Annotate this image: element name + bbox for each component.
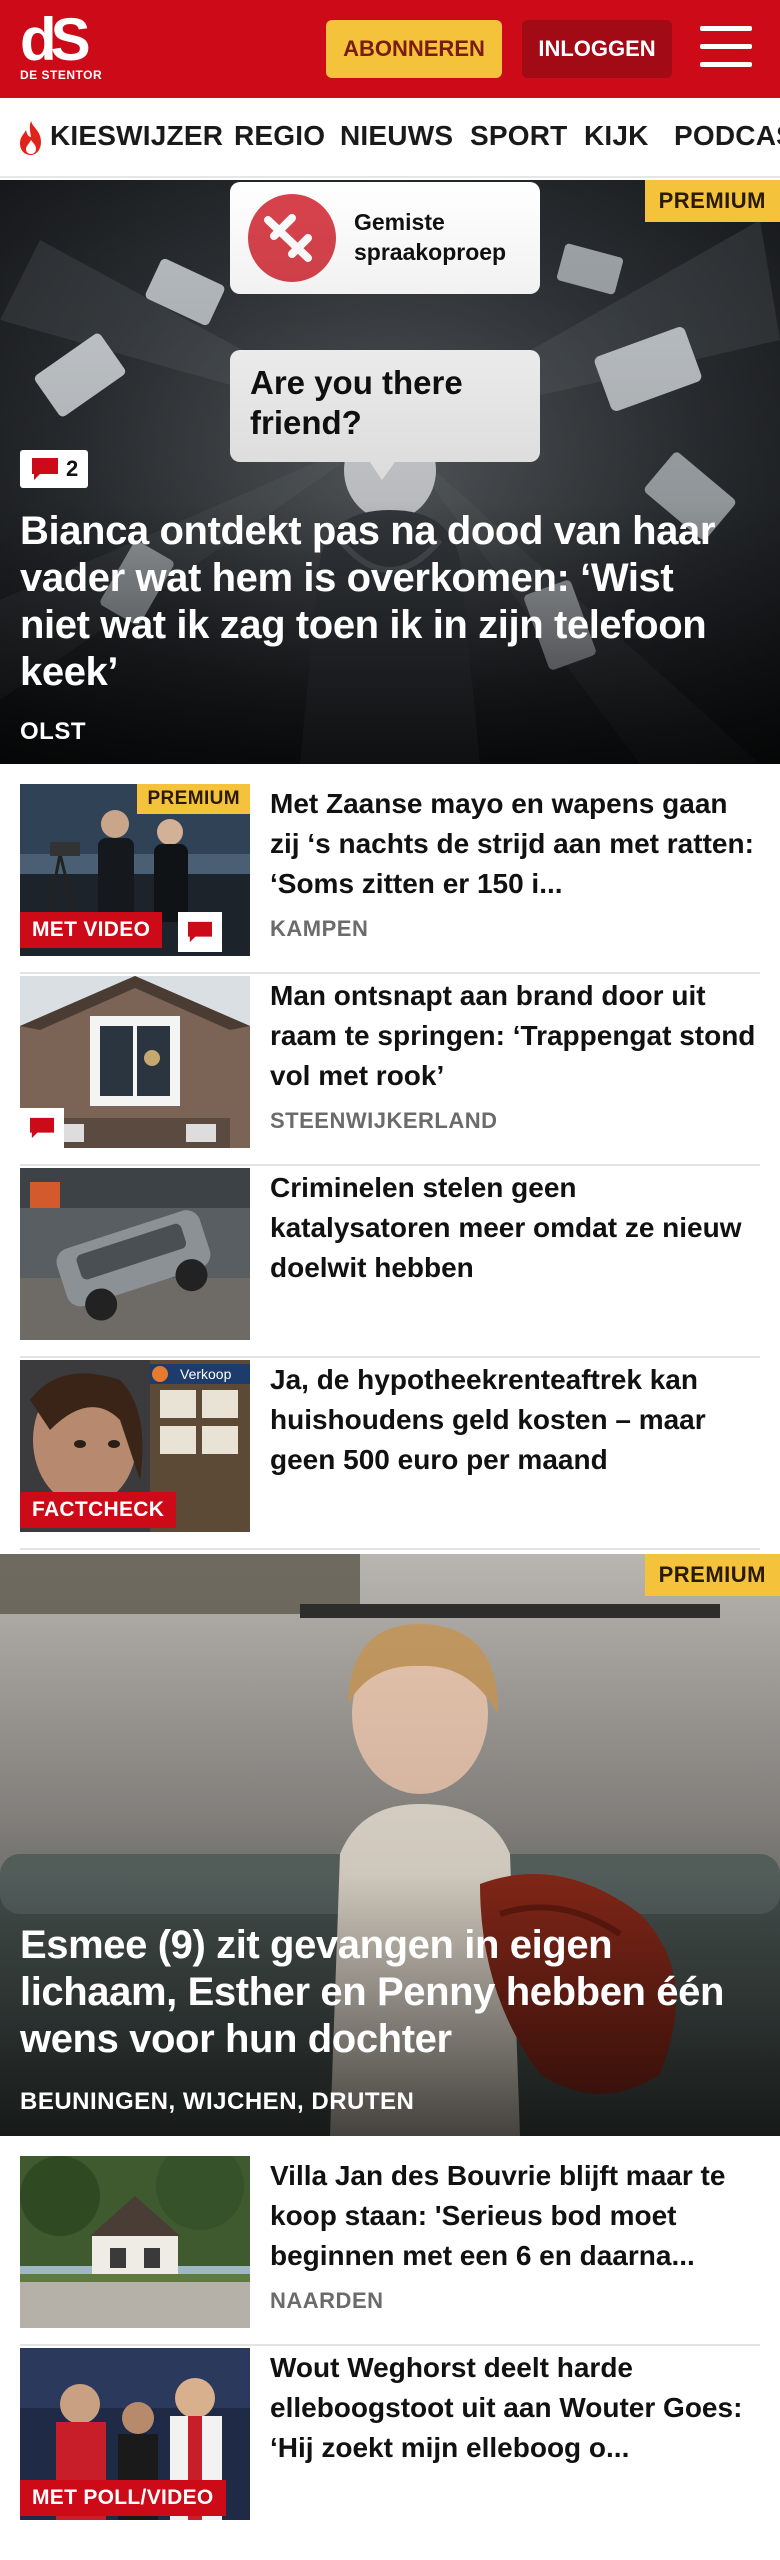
thumb-sign-text: Verkoop	[180, 1366, 232, 1382]
logo-mark: dS	[20, 6, 91, 73]
nav-item-sport[interactable]: SPORT	[470, 120, 567, 152]
logo-subtitle: DE STENTOR	[20, 68, 103, 82]
hero-title[interactable]: Bianca ontdekt pas na dood van haar vade…	[20, 508, 746, 696]
list-item[interactable]: MET POLL/VIDEO Wout Weghorst deelt harde…	[20, 2348, 760, 2538]
hero-article-1[interactable]: Gemiste spraakoproep Are you there frien…	[0, 180, 780, 764]
article-title[interactable]: Ja, de hypotheekrenteaftrek kan huishoud…	[270, 1360, 760, 1480]
comment-icon	[32, 458, 58, 480]
hero-article-2[interactable]: PREMIUM Esmee (9) zit gevangen in eigen …	[0, 1554, 780, 2136]
premium-badge: PREMIUM	[137, 784, 250, 814]
list-item[interactable]: PREMIUM MET VIDEO Met Zaanse mayo en wap…	[20, 784, 760, 974]
article-thumbnail: PREMIUM MET VIDEO	[20, 784, 250, 956]
flame-icon	[20, 121, 41, 155]
comment-count: 2	[66, 456, 79, 481]
article-thumbnail	[20, 976, 250, 1148]
comment-badge	[20, 1108, 64, 1148]
nav-item-kieswijzer[interactable]: KIESWIJZER	[50, 120, 223, 152]
hero-location: BEUNINGEN, WIJCHEN, DRUTEN	[20, 2088, 415, 2115]
logo[interactable]: dS DE STENTOR	[20, 10, 120, 90]
article-thumbnail: Verkoop FACTCHECK	[20, 1360, 250, 1532]
hero-location: OLST	[20, 718, 86, 745]
article-title[interactable]: Met Zaanse mayo en wapens gaan zij ‘s na…	[270, 784, 760, 904]
video-tag: MET VIDEO	[20, 912, 163, 948]
factcheck-tag: FACTCHECK	[20, 1492, 177, 1528]
article-location: STEENWIJKERLAND	[270, 1108, 498, 1133]
comment-count-badge: 2	[20, 450, 88, 488]
nav-item-podcast[interactable]: PODCAS	[674, 120, 780, 152]
premium-badge: PREMIUM	[644, 180, 780, 222]
nav-item-regio[interactable]: REGIO	[234, 120, 325, 152]
article-title[interactable]: Man ontsnapt aan brand door uit raam te …	[270, 976, 760, 1096]
comment-icon	[30, 1117, 54, 1139]
comment-icon	[188, 921, 212, 943]
article-thumbnail: MET POLL/VIDEO	[20, 2348, 250, 2520]
top-header: dS DE STENTOR ABONNEREN INLOGGEN	[0, 0, 780, 98]
list-item[interactable]: Criminelen stelen geen katalysatoren mee…	[20, 1168, 760, 1358]
list-item[interactable]: Villa Jan des Bouvrie blijft maar te koo…	[20, 2156, 760, 2346]
article-title[interactable]: Criminelen stelen geen katalysatoren mee…	[270, 1168, 760, 1288]
article-thumbnail	[20, 2156, 250, 2328]
article-title[interactable]: Wout Weghorst deelt harde elleboogstoot …	[270, 2348, 760, 2468]
nav-item-nieuws[interactable]: NIEUWS	[340, 120, 453, 152]
article-title[interactable]: Villa Jan des Bouvrie blijft maar te koo…	[270, 2156, 760, 2276]
comment-badge	[178, 912, 222, 952]
poll-video-tag: MET POLL/VIDEO	[20, 2480, 226, 2516]
article-location: NAARDEN	[270, 2288, 384, 2313]
list-item[interactable]: Man ontsnapt aan brand door uit raam te …	[20, 976, 760, 1166]
subscribe-button[interactable]: ABONNEREN	[326, 20, 502, 78]
article-location: KAMPEN	[270, 916, 369, 941]
nav-item-kijk[interactable]: KIJK	[584, 120, 649, 152]
hero-title[interactable]: Esmee (9) zit gevangen in eigen lichaam,…	[20, 1922, 746, 2063]
login-button[interactable]: INLOGGEN	[522, 20, 672, 78]
hamburger-menu-icon[interactable]	[700, 24, 754, 72]
list-item[interactable]: Verkoop FACTCHECK Ja, de hypotheekrentea…	[20, 1360, 760, 1550]
premium-badge: PREMIUM	[644, 1554, 780, 1596]
section-nav: KIESWIJZER REGIO NIEUWS SPORT KIJK PODCA…	[0, 98, 780, 178]
article-thumbnail	[20, 1168, 250, 1340]
